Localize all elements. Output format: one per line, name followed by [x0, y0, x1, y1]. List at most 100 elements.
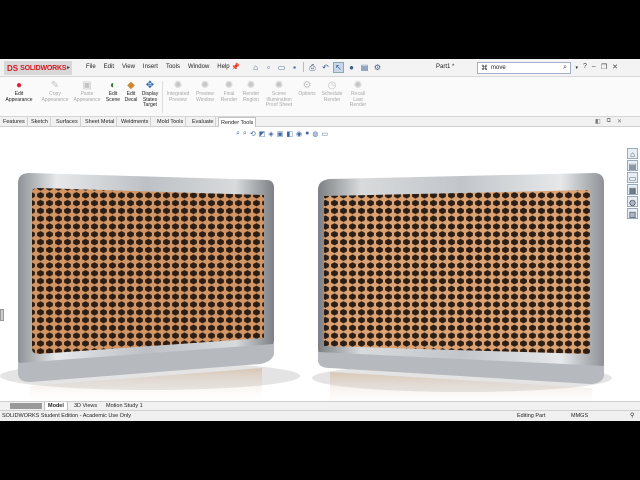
pin-icon[interactable]: 📌	[231, 63, 240, 71]
tab-mold-tools[interactable]: Mold Tools	[155, 117, 187, 127]
help-icon[interactable]: ⚲	[630, 411, 634, 421]
copy-appearance-icon: ✎	[50, 80, 60, 91]
button-label: Copy Appearance	[41, 91, 69, 103]
custom-properties-icon[interactable]: ▥	[627, 208, 638, 219]
main-menu: File Edit View Insert Tools Window Help	[86, 64, 230, 70]
render-region-button[interactable]: ✺ Render Region	[240, 80, 262, 103]
previous-view-icon[interactable]: ⟲	[250, 130, 256, 138]
search-icon[interactable]: ⌕	[563, 64, 567, 72]
tab-surfaces[interactable]: Surfaces	[54, 117, 81, 127]
help-question-icon[interactable]: ?	[583, 63, 587, 71]
letterbox-top	[0, 0, 640, 59]
design-library-icon[interactable]: ▤	[627, 160, 638, 171]
options-icon: ⚙	[302, 80, 312, 91]
view-orientation-icon[interactable]: ▣	[277, 130, 284, 138]
window-controls: ? – ❐ ✕	[583, 63, 618, 71]
status-bar: SOLIDWORKS Student Edition - Academic Us…	[0, 410, 640, 421]
menu-view[interactable]: View	[122, 64, 135, 70]
tab-evaluate[interactable]: Evaluate	[190, 117, 217, 127]
appearance-icon: ●	[15, 80, 23, 91]
restore-pane-icon[interactable]: ⧉	[607, 118, 611, 125]
hide-show-items-icon[interactable]: ◉	[296, 130, 302, 138]
tab-scroll-controls[interactable]	[10, 403, 42, 409]
appearances-scenes-icon[interactable]: ◍	[627, 196, 638, 207]
final-render-button[interactable]: ✺ Final Render	[218, 80, 240, 103]
chevron-down-icon[interactable]: ▾	[575, 65, 578, 71]
button-label: Edit Appearance	[5, 91, 33, 103]
restore-icon[interactable]: ❐	[601, 63, 607, 71]
copy-appearance-button[interactable]: ✎ Copy Appearance	[38, 80, 72, 103]
close-pane-icon[interactable]: ✕	[617, 118, 622, 125]
menu-help[interactable]: Help	[217, 64, 229, 70]
select-arrow-icon[interactable]: ↖	[333, 62, 344, 73]
solidworks-window: DS SOLIDWORKS ▸ File Edit View Insert To…	[0, 59, 640, 421]
edition-label: SOLIDWORKS Student Edition - Academic Us…	[2, 413, 131, 419]
rebuild-icon[interactable]: ●	[346, 62, 357, 73]
options-gear-icon[interactable]: ⚙	[372, 62, 383, 73]
command-tabs: Features Sketch Surfaces Sheet Metal Wel…	[0, 117, 640, 127]
button-label: Paste Appearance	[73, 91, 101, 103]
menu-edit[interactable]: Edit	[104, 64, 114, 70]
view-palette-icon[interactable]: ▦	[627, 184, 638, 195]
options-button[interactable]: ⚙ Options	[296, 80, 318, 98]
integrated-preview-icon: ✺	[173, 80, 183, 91]
close-icon[interactable]: ✕	[612, 63, 618, 71]
unit-system[interactable]: MMGS	[571, 411, 588, 421]
save-icon[interactable]: ▪	[289, 62, 300, 73]
edit-appearance-button[interactable]: ● Edit Appearance	[2, 80, 36, 103]
button-label: Display States Target	[141, 91, 159, 109]
zoom-to-fit-icon[interactable]: ⌕	[236, 130, 240, 138]
heads-up-view-toolbar: ⌕ ⌕ ⟲ ◩ ◈ ▣ ◧ ◉ ● ◍ ▭	[236, 130, 328, 138]
speaker-model-right	[312, 173, 612, 401]
menu-window[interactable]: Window	[188, 64, 209, 70]
tab-render-tools[interactable]: Render Tools	[218, 117, 257, 127]
home-icon[interactable]: ⌂	[250, 62, 261, 73]
button-label: Render Region	[242, 91, 260, 103]
graphics-area[interactable]: ⌕ ⌕ ⟲ ◩ ◈ ▣ ◧ ◉ ● ◍ ▭	[0, 128, 626, 401]
logo-text: SOLIDWORKS	[20, 64, 67, 72]
display-style-icon[interactable]: ◧	[286, 130, 293, 138]
display-states-target-button[interactable]: ✥ Display States Target	[140, 80, 160, 109]
new-document-icon[interactable]: ▫	[263, 62, 274, 73]
tab-sketch[interactable]: Sketch	[29, 117, 51, 127]
quick-access-toolbar: ⌂ ▫ ▭ ▪ ⎙ ↶ ↖ ● ▤ ⚙	[250, 62, 383, 73]
minimize-icon[interactable]: –	[592, 63, 596, 71]
preview-window-button[interactable]: ✺ Preview Window	[192, 80, 218, 103]
tab-sheet-metal[interactable]: Sheet Metal	[83, 117, 118, 127]
paste-appearance-button[interactable]: ▣ Paste Appearance	[70, 80, 104, 103]
search-input[interactable]: move	[491, 65, 506, 71]
apply-scene-icon[interactable]: ◍	[312, 130, 318, 138]
file-explorer-icon[interactable]: ▭	[627, 172, 638, 183]
edit-decal-button[interactable]: ◆ Edit Decal	[122, 80, 140, 103]
undo-icon[interactable]: ↶	[320, 62, 331, 73]
illumination-icon: ✺	[274, 80, 284, 91]
print-icon[interactable]: ⎙	[307, 62, 318, 73]
search-box[interactable]: ⌘ move ⌕ ▾	[477, 62, 578, 74]
solidworks-logo[interactable]: DS SOLIDWORKS ▸	[4, 61, 72, 75]
tab-weldments[interactable]: Weldments	[119, 117, 152, 127]
view-settings-icon[interactable]: ▭	[321, 130, 328, 138]
section-view-icon[interactable]: ◩	[259, 130, 266, 138]
schedule-render-button[interactable]: ◷ Schedule Render	[318, 80, 346, 103]
sidebar-toggle-icon[interactable]: ◧	[595, 118, 601, 125]
integrated-preview-button[interactable]: ✺ Integrated Preview	[163, 80, 193, 103]
task-pane-tabs: ⌂ ▤ ▭ ▦ ◍ ▥	[627, 148, 640, 219]
button-label: Integrated Preview	[166, 91, 190, 103]
scene-icon: ◐	[109, 80, 117, 91]
scene-illumination-proof-sheet-button[interactable]: ✺ Scene Illumination Proof Sheet	[262, 80, 296, 109]
recall-last-render-button[interactable]: ✺ Recall Last Render	[346, 80, 370, 109]
zoom-to-area-icon[interactable]: ⌕	[243, 130, 247, 138]
menu-insert[interactable]: Insert	[143, 64, 158, 70]
tab-features[interactable]: Features	[1, 117, 28, 127]
editing-mode: Editing Part	[517, 413, 546, 419]
file-properties-icon[interactable]: ▤	[359, 62, 370, 73]
edit-appearance-view-icon[interactable]: ●	[305, 130, 309, 138]
button-label: Edit Decal	[124, 91, 138, 103]
dynamic-annotation-icon[interactable]: ◈	[268, 130, 273, 138]
menu-tools[interactable]: Tools	[166, 64, 180, 70]
edit-scene-button[interactable]: ◐ Edit Scene	[103, 80, 123, 103]
open-folder-icon[interactable]: ▭	[276, 62, 287, 73]
button-label: Edit Scene	[105, 91, 121, 103]
resources-home-icon[interactable]: ⌂	[627, 148, 638, 159]
menu-file[interactable]: File	[86, 64, 96, 70]
